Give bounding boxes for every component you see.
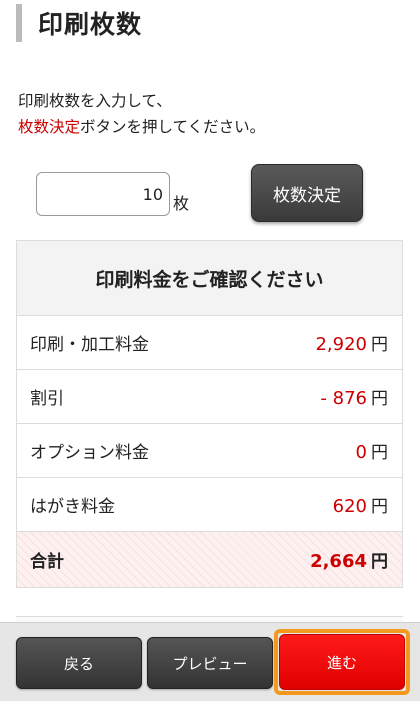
preview-button[interactable]: プレビュー <box>147 637 273 689</box>
price-row-postcard: はがき料金 620 円 <box>17 478 402 532</box>
price-row-unit: 円 <box>371 497 388 517</box>
price-row-printing: 印刷・加工料金 2,920 円 <box>17 316 402 370</box>
price-row-total: 合計 2,664 円 <box>17 532 402 588</box>
price-row-amount: 2,920 円 <box>315 330 388 355</box>
decide-quantity-button[interactable]: 枚数決定 <box>251 164 363 222</box>
footer-bar: 戻る プレビュー 進む <box>0 622 420 701</box>
price-row-discount: 割引 - 876 円 <box>17 370 402 424</box>
instruction-line-2: 枚数決定ボタンを押してください。 <box>18 114 265 140</box>
price-row-unit: 円 <box>371 389 388 409</box>
instruction-rest: ボタンを押してください。 <box>80 118 266 136</box>
price-row-amount: 0円 <box>356 438 388 463</box>
price-row-value: 620 <box>332 496 367 517</box>
price-table: 印刷料金をご確認ください 印刷・加工料金 2,920 円 割引 - 876 円 オプ… <box>16 240 403 588</box>
quantity-group: 枚 <box>36 172 189 216</box>
price-row-value: 2,920 <box>315 334 367 355</box>
quantity-input[interactable] <box>36 172 170 216</box>
page-title-bar: 印刷枚数 <box>16 4 142 42</box>
total-label: 合計 <box>30 552 64 572</box>
price-row-value: - 876 <box>320 388 367 409</box>
price-row-label: オプション料金 <box>30 443 149 463</box>
price-row-option: オプション料金 0円 <box>17 424 402 478</box>
back-button[interactable]: 戻る <box>16 637 142 689</box>
price-row-label: はがき料金 <box>30 497 115 517</box>
price-table-header: 印刷料金をご確認ください <box>17 241 402 316</box>
instructions: 印刷枚数を入力して、 枚数決定ボタンを押してください。 <box>18 88 265 140</box>
instruction-highlight: 枚数決定 <box>18 118 81 136</box>
total-value: 2,664 <box>310 551 367 572</box>
price-row-amount: 620 円 <box>333 492 388 517</box>
page-title: 印刷枚数 <box>38 10 143 39</box>
next-button[interactable]: 進む <box>279 634 405 690</box>
price-row-value: 0 <box>355 442 367 463</box>
total-amount: 2,664 円 <box>310 547 388 572</box>
total-unit: 円 <box>371 552 388 572</box>
price-row-amount: - 876 円 <box>320 384 388 409</box>
price-row-unit: 円 <box>371 335 388 355</box>
price-row-unit: 円 <box>371 443 388 463</box>
instruction-line-1: 印刷枚数を入力して、 <box>18 92 172 110</box>
price-row-label: 割引 <box>30 389 64 409</box>
price-row-label: 印刷・加工料金 <box>30 335 149 355</box>
quantity-unit: 枚 <box>173 194 190 213</box>
